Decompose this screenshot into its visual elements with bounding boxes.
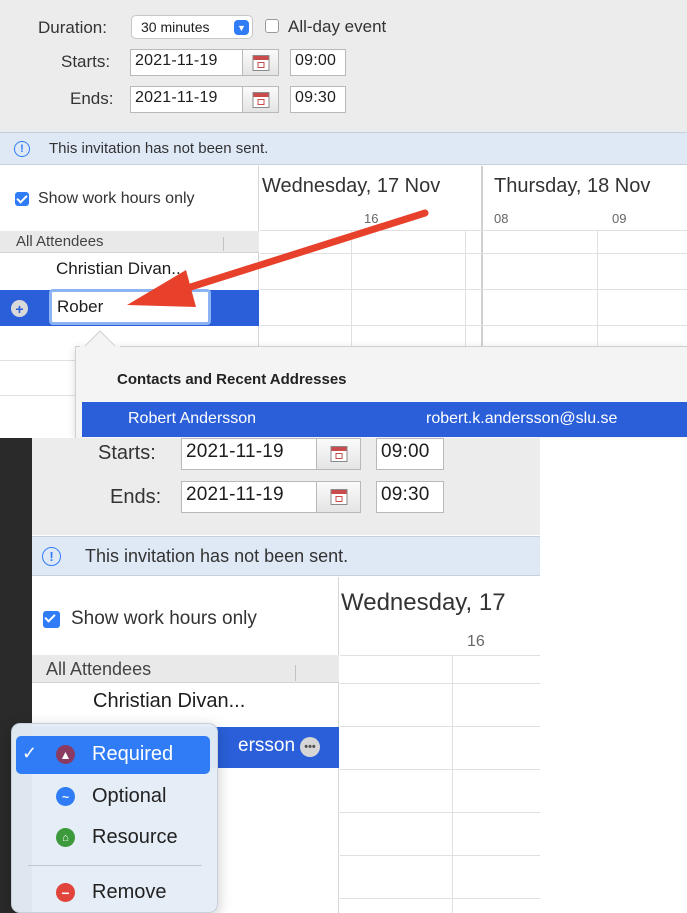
info-icon: ! — [42, 547, 61, 566]
attendee-row-1[interactable]: Christian Divan... — [93, 690, 245, 713]
attendee-role-menu: ✓ ▲ Required ~ Optional ⌂ Resource − Rem… — [11, 723, 218, 913]
suggestion-popover: Contacts and Recent Addresses Robert And… — [75, 346, 687, 438]
end-time-field[interactable]: 09:30 — [376, 481, 444, 513]
menu-item-resource[interactable]: ⌂ Resource — [16, 819, 210, 857]
end-calendar-button[interactable] — [317, 481, 361, 513]
menu-item-optional[interactable]: ~ Optional — [16, 778, 210, 816]
starts-label: Starts: — [98, 442, 156, 464]
remove-icon: − — [56, 883, 75, 902]
popover-pointer — [80, 330, 120, 349]
calendar-icon — [330, 446, 347, 462]
bottom-panel: Starts: 2021-11-19 09:00 Ends: 2021-11-1… — [0, 438, 687, 913]
hour-16: 16 — [467, 633, 485, 650]
start-date-field[interactable]: 2021-11-19 — [181, 438, 317, 470]
more-options-icon[interactable]: ••• — [300, 737, 320, 757]
banner-text: This invitation has not been sent. — [85, 546, 349, 566]
menu-item-optional-label: Optional — [92, 785, 167, 807]
suggestion-email: robert.k.andersson@slu.se — [426, 410, 618, 427]
end-date-field[interactable]: 2021-11-19 — [181, 481, 317, 513]
work-hours-checkbox[interactable] — [43, 611, 60, 628]
menu-item-remove-label: Remove — [92, 881, 167, 903]
invitation-banner: ! This invitation has not been sent. — [32, 536, 540, 576]
grid-line — [452, 655, 453, 913]
grid-line — [340, 855, 540, 856]
work-hours-label: Show work hours only — [71, 608, 257, 629]
grid-line — [340, 769, 540, 770]
menu-item-resource-label: Resource — [92, 826, 178, 848]
attendee-row-2-label: ersson — [238, 735, 296, 756]
grid-line — [340, 812, 540, 813]
attendees-header: All Attendees — [32, 655, 339, 683]
suggestion-name: Robert Andersson — [128, 410, 257, 427]
top-panel: Duration: 30 minutes ▼ All-day event Sta… — [0, 0, 687, 438]
column-divider — [295, 665, 296, 681]
menu-separator — [28, 865, 202, 866]
grid-line — [340, 898, 540, 899]
suggestion-row[interactable]: Robert Andersson robert.k.andersson@slu.… — [82, 402, 687, 437]
menu-item-required[interactable]: ✓ ▲ Required — [16, 736, 210, 774]
grid-line — [340, 726, 540, 727]
menu-item-remove[interactable]: − Remove — [16, 874, 210, 912]
start-time-field[interactable]: 09:00 — [376, 438, 444, 470]
day-header-1: Wednesday, 17 — [341, 589, 506, 616]
checkmark-icon: ✓ — [22, 743, 38, 763]
grid-line — [340, 683, 540, 684]
required-icon: ▲ — [56, 745, 75, 764]
hours-divider — [340, 655, 540, 656]
attendees-header-label: All Attendees — [46, 659, 152, 679]
ends-label: Ends: — [110, 486, 162, 508]
calendar-icon — [330, 489, 347, 505]
menu-item-required-label: Required — [92, 743, 174, 765]
start-calendar-button[interactable] — [317, 438, 361, 470]
optional-icon: ~ — [56, 787, 75, 806]
resource-icon: ⌂ — [56, 828, 75, 847]
suggestion-header: Contacts and Recent Addresses — [117, 371, 347, 388]
